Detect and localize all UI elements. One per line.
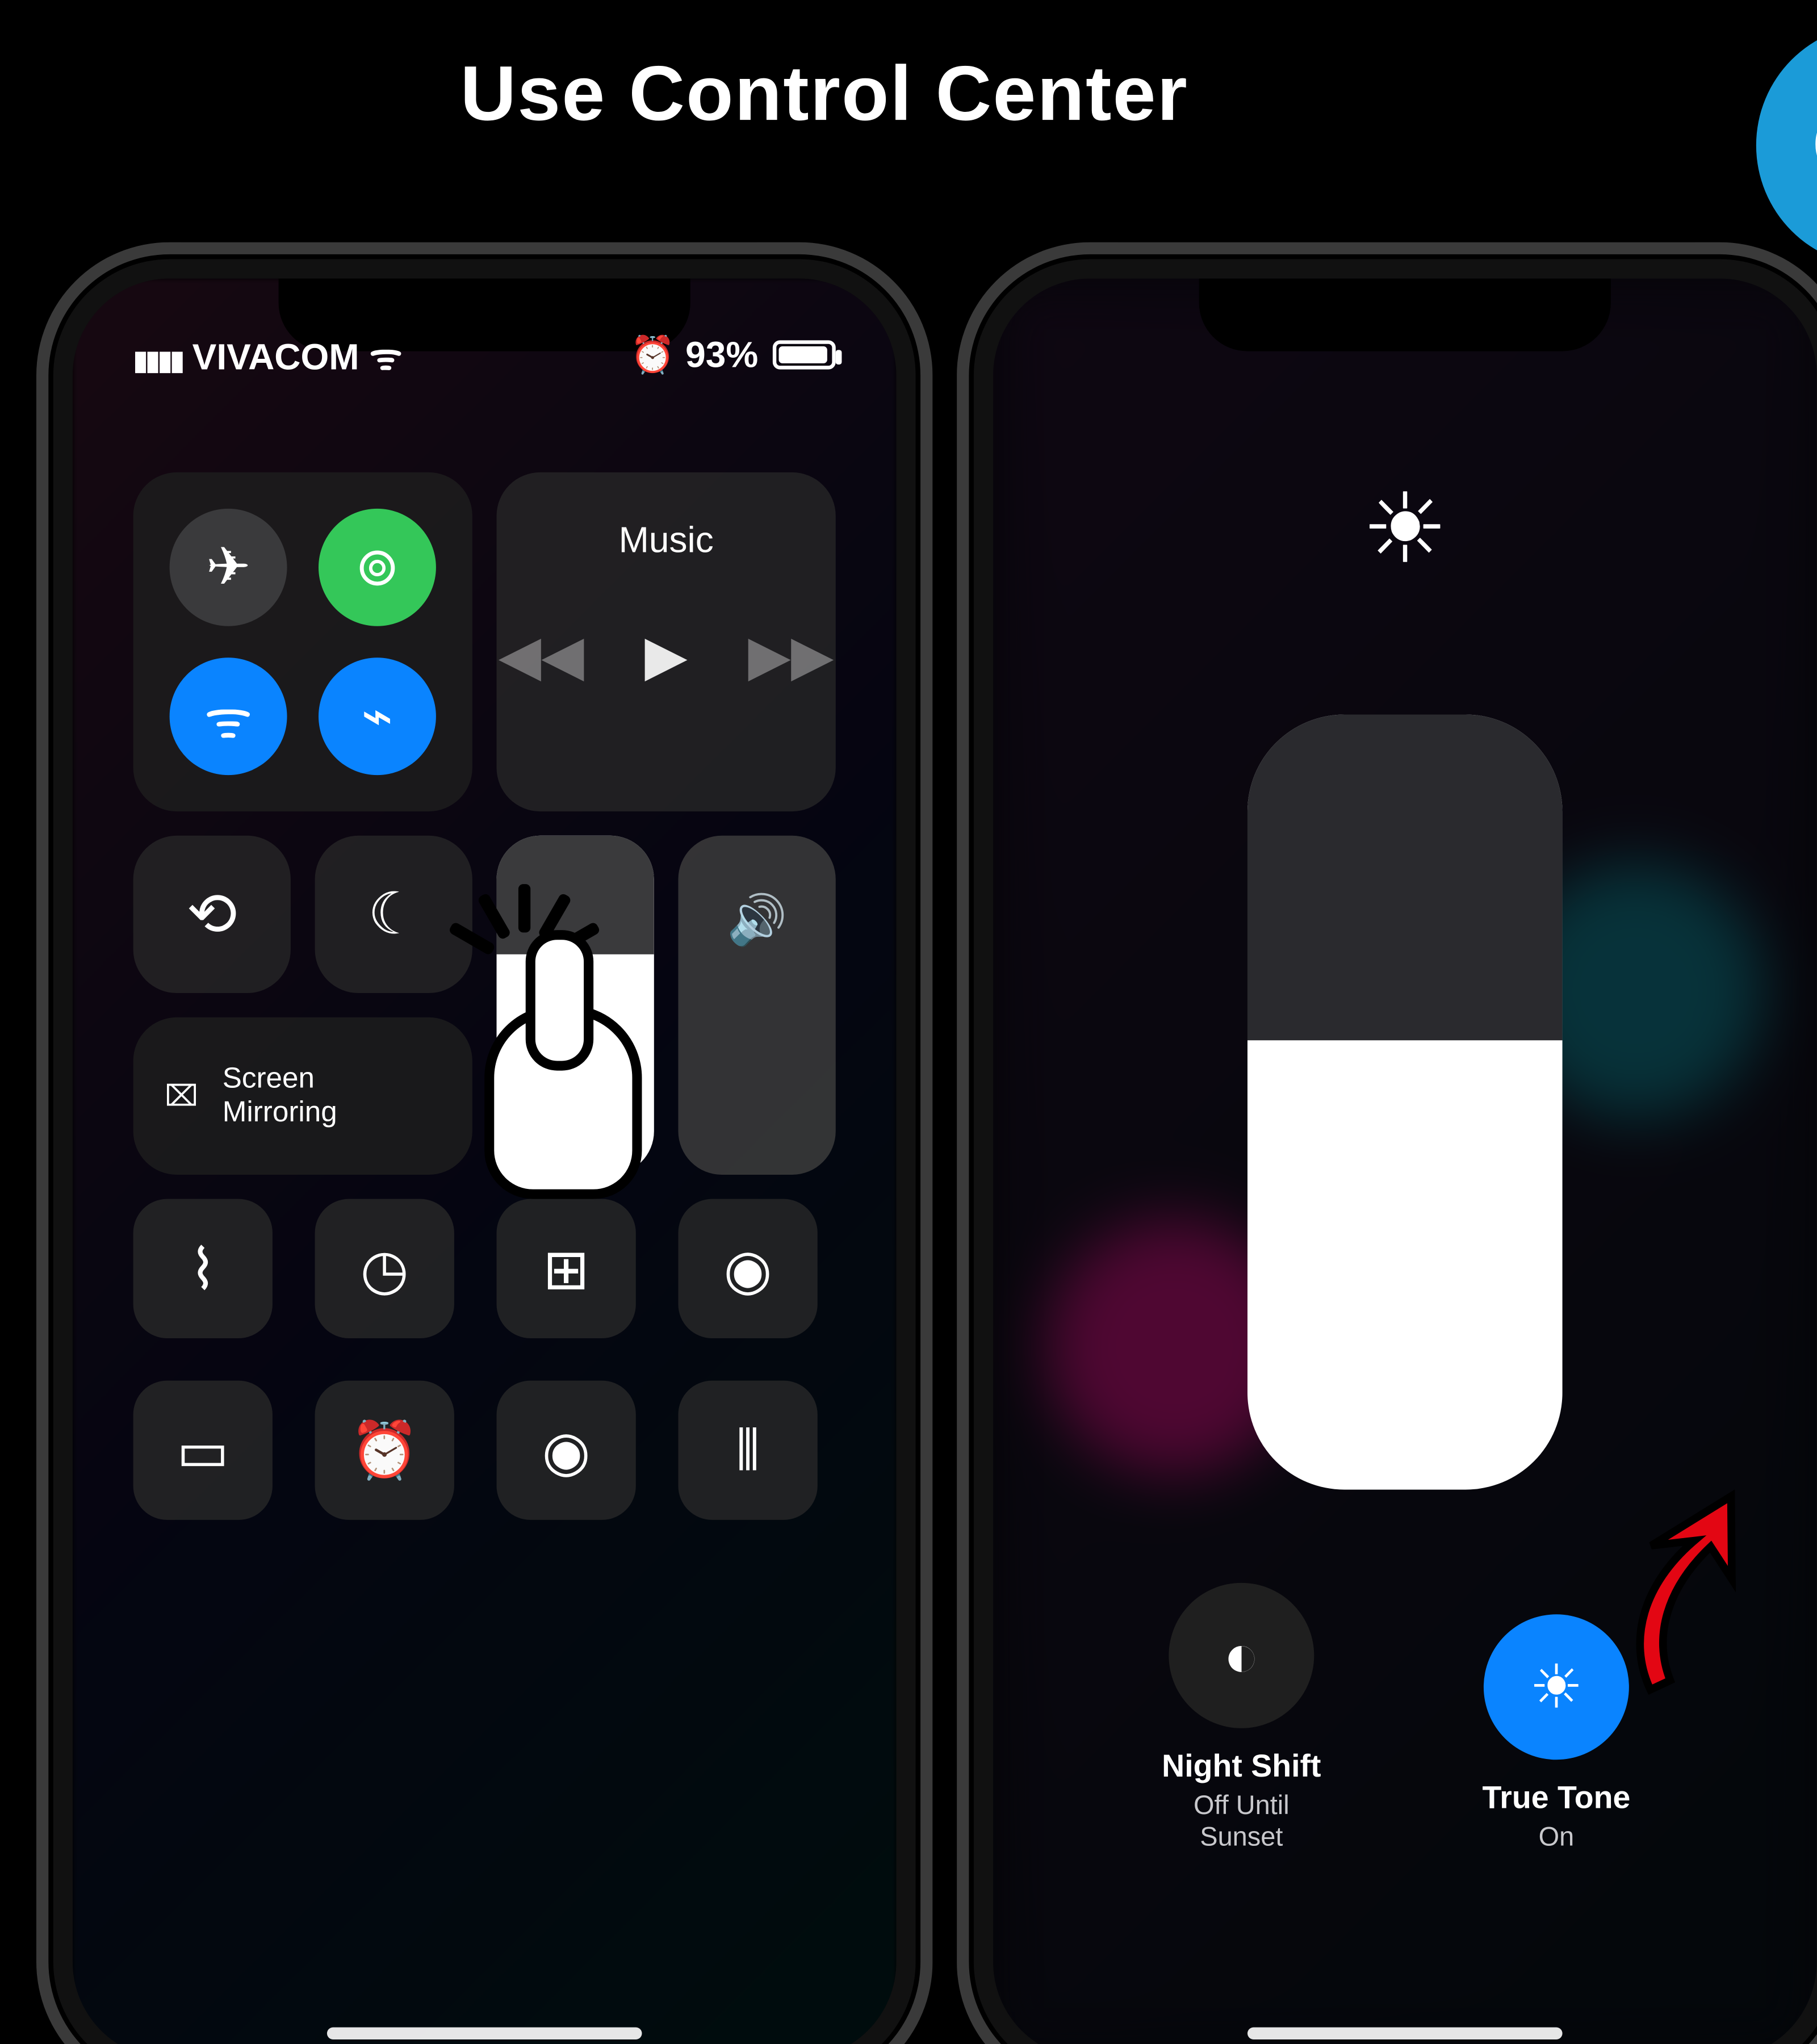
timer-button[interactable]: ◷ xyxy=(315,1199,454,1338)
wifi-button[interactable]: ᯤ xyxy=(170,657,287,775)
airplane-mode-button[interactable]: ✈︎ xyxy=(170,509,287,626)
next-track-icon[interactable]: ▶▶ xyxy=(748,622,834,688)
alarm-button[interactable]: ⏰ xyxy=(315,1381,454,1520)
night-shift-button[interactable]: ◐ Night Shift Off Until Sunset xyxy=(1150,1583,1332,1853)
prev-track-icon[interactable]: ◀◀ xyxy=(499,622,584,688)
brightness-icon: ☀︎ xyxy=(497,1087,654,1143)
brightness-slider[interactable]: ☀︎ xyxy=(497,836,654,1175)
screen-mirroring-button[interactable]: ⌧ Screen Mirroring xyxy=(133,1017,472,1175)
phone-brightness-expanded: ☀︎ ◐ Night Shift Off Until Sunset ☀︎ Tru… xyxy=(957,242,1817,2044)
volume-icon: 🔊 xyxy=(678,891,835,948)
calculator-button[interactable]: ⊞ xyxy=(497,1199,636,1338)
music-tile[interactable]: Music ◀◀ ▶ ▶▶ xyxy=(497,472,836,811)
hearing-button[interactable]: ⦀ xyxy=(678,1381,817,1520)
night-shift-icon: ◐ xyxy=(1169,1583,1314,1728)
bluetooth-button[interactable]: ⌁ xyxy=(319,657,436,775)
or-badge: OR xyxy=(1756,24,1817,267)
cellular-data-button[interactable]: ⊚ xyxy=(319,509,436,626)
screen-record-button[interactable]: ◉ xyxy=(497,1381,636,1520)
low-power-button[interactable]: ▭ xyxy=(133,1381,273,1520)
battery-text: ⏰ 93% xyxy=(630,334,759,376)
home-indicator[interactable] xyxy=(1247,2028,1563,2039)
battery-icon xyxy=(773,340,836,369)
connectivity-tile[interactable]: ✈︎ ⊚ ᯤ ⌁ xyxy=(133,472,472,811)
phone-control-center: VIVACOM ᯤ ⏰ 93% ✈︎ ⊚ ᯤ ⌁ Music ◀◀ xyxy=(36,242,932,2044)
carrier-label: VIVACOM ᯤ xyxy=(133,330,403,379)
brightness-sun-icon: ☀︎ xyxy=(993,472,1816,585)
rotation-lock-button[interactable]: ⟲ xyxy=(133,836,291,993)
signal-icon xyxy=(133,337,182,377)
music-label: Music xyxy=(497,521,836,562)
do-not-disturb-button[interactable]: ☾ xyxy=(315,836,472,993)
heading-control-center: Use Control Center xyxy=(460,48,1188,138)
screen-mirror-icon: ⌧ xyxy=(165,1078,198,1113)
brightness-large-slider[interactable] xyxy=(1247,714,1563,1489)
flashlight-button[interactable]: ⌇ xyxy=(133,1199,273,1338)
home-indicator[interactable] xyxy=(327,2028,642,2039)
status-bar: VIVACOM ᯤ ⏰ 93% xyxy=(73,325,896,386)
wifi-icon: ᯤ xyxy=(369,337,402,377)
volume-slider[interactable]: 🔊 xyxy=(678,836,835,1175)
camera-button[interactable]: ◉ xyxy=(678,1199,817,1338)
play-icon[interactable]: ▶ xyxy=(644,622,687,688)
